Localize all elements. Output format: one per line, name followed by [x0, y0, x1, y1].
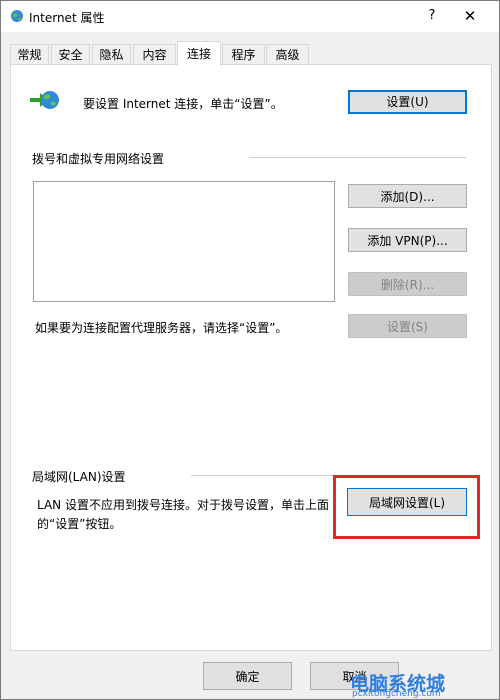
tab-security[interactable]: 安全 — [51, 44, 90, 65]
dialup-heading: 拨号和虚拟专用网络设置 — [32, 152, 165, 166]
lan-instruction-line1: LAN 设置不应用到拨号连接。对于拨号设置，单击上面 — [37, 498, 329, 512]
lan-instruction-line2: 的“设置”按钮。 — [37, 517, 122, 531]
setup-button[interactable]: 设置(U) — [348, 90, 467, 114]
tab-general[interactable]: 常规 — [10, 44, 49, 65]
connection-list[interactable] — [33, 181, 335, 302]
dialup-settings-button[interactable]: 设置(S) — [348, 314, 467, 338]
tab-advanced[interactable]: 高级 — [266, 44, 309, 65]
dialup-divider — [249, 157, 466, 158]
tab-privacy[interactable]: 隐私 — [92, 44, 131, 65]
add-button[interactable]: 添加(D)... — [348, 184, 467, 208]
watermark-url: pcxitongcheng.com — [352, 689, 441, 699]
remove-button[interactable]: 删除(R)... — [348, 272, 467, 296]
window-title: Internet 属性 — [29, 11, 105, 25]
lan-settings-button[interactable]: 局域网设置(L) — [347, 488, 467, 516]
close-button[interactable]: ✕ — [459, 5, 481, 27]
ok-button[interactable]: 确定 — [203, 662, 292, 690]
internet-properties-dialog: Internet 属性 ? ✕ 常规 安全 隐私 内容 连接 程序 高级 要设置… — [0, 0, 500, 700]
add-vpn-button[interactable]: 添加 VPN(P)... — [348, 228, 467, 252]
setup-instruction: 要设置 Internet 连接，单击“设置”。 — [83, 97, 283, 111]
internet-globe-icon — [11, 10, 23, 22]
internet-connection-icon — [30, 91, 59, 109]
title-bar: Internet 属性 ? ✕ — [1, 1, 499, 32]
tab-connections[interactable]: 连接 — [177, 41, 221, 66]
tab-content[interactable]: 内容 — [133, 44, 176, 65]
tab-programs[interactable]: 程序 — [222, 44, 265, 65]
connections-panel: 要设置 Internet 连接，单击“设置”。 设置(U) 拨号和虚拟专用网络设… — [10, 64, 492, 651]
lan-heading: 局域网(LAN)设置 — [32, 470, 126, 484]
proxy-instruction: 如果要为连接配置代理服务器，请选择“设置”。 — [35, 321, 288, 335]
help-button[interactable]: ? — [421, 5, 443, 27]
